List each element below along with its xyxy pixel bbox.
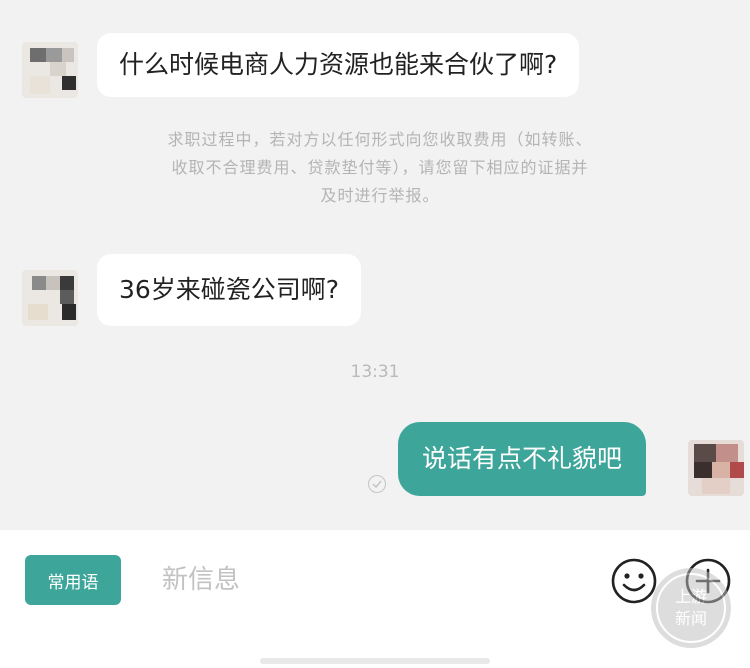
watermark-text: 上游 (674, 587, 707, 606)
chat-area: 什么时候电商人力资源也能来合伙了啊? 求职过程中，若对方以任何形式向您收取费用（… (0, 0, 750, 530)
contact-avatar[interactable] (22, 270, 78, 326)
message-bubble-incoming[interactable]: 什么时候电商人力资源也能来合伙了啊? (97, 33, 580, 97)
message-bubble-incoming[interactable]: 36岁来碰瓷公司啊? (97, 254, 362, 326)
watermark-logo-icon: 上游 新闻 (648, 565, 734, 651)
message-timestamp: 13:31 (350, 362, 400, 382)
safety-notice: 求职过程中，若对方以任何形式向您收取费用（如转账、 收取不合理费用、贷款垫付等）… (95, 126, 665, 210)
composer-bar: 常用语 (0, 530, 750, 668)
message-text: 36岁来碰瓷公司啊? (119, 275, 340, 304)
quick-phrases-button[interactable]: 常用语 (25, 555, 121, 605)
notice-line: 收取不合理费用、贷款垫付等），请您留下相应的证据并 (171, 158, 589, 177)
home-indicator (260, 658, 490, 664)
message-text: 说话有点不礼貌吧 (422, 444, 623, 473)
read-check-icon (368, 475, 386, 493)
contact-avatar[interactable] (22, 42, 78, 98)
notice-line: 求职过程中，若对方以任何形式向您收取费用（如转账、 (167, 130, 593, 149)
notice-line: 及时进行举报。 (320, 186, 440, 205)
watermark-text: 新闻 (674, 609, 707, 628)
message-text: 什么时候电商人力资源也能来合伙了啊? (119, 50, 558, 79)
my-avatar[interactable] (688, 440, 744, 496)
message-bubble-outgoing[interactable]: 说话有点不礼貌吧 (398, 422, 647, 496)
message-input[interactable] (150, 552, 580, 608)
